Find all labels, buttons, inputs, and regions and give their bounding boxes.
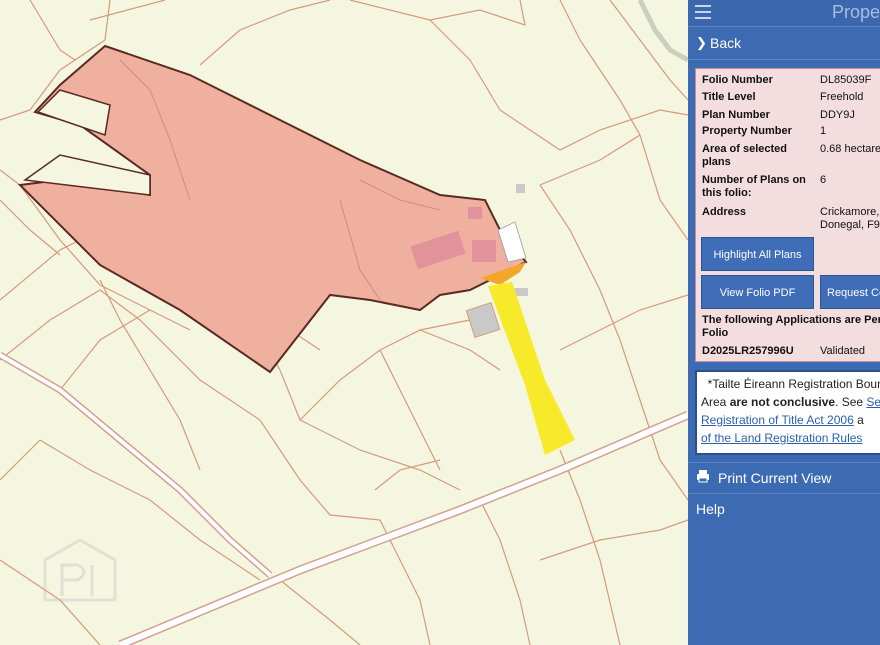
app-title: Prope — [832, 2, 880, 22]
side-panel: Prope ❯ Back Folio Number DL85039F Title… — [688, 0, 880, 645]
help-link[interactable]: Help — [696, 501, 725, 517]
application-status: Validated — [820, 345, 866, 357]
building — [472, 240, 496, 262]
print-current-view-button[interactable]: Print Current View — [688, 462, 880, 494]
note-line-1: *Tailte Éireann Registration Bound — [701, 375, 880, 393]
folio-info-box: Folio Number DL85039F Title Level Freeho… — [695, 68, 880, 362]
folio-value: DDY9J — [820, 109, 855, 121]
building — [516, 184, 525, 193]
note-line-2: Area are not conclusive. See Sect — [701, 393, 880, 411]
folio-label: Area of selected plans — [702, 143, 787, 168]
highlight-all-plans-button[interactable]: Highlight All Plans — [701, 237, 814, 271]
folio-value: 6 — [820, 174, 827, 186]
menu-icon[interactable] — [695, 5, 711, 19]
view-folio-pdf-button[interactable]: View Folio PDF — [701, 275, 814, 309]
folio-value: 0.68 hectare — [820, 143, 880, 155]
section-link[interactable]: Sect — [866, 395, 880, 409]
chevron-right-icon: ❯ — [696, 35, 707, 50]
panel-header: Prope — [688, 0, 880, 27]
folio-label: Plan Number — [702, 109, 770, 121]
note-text: *Tailte Éireann Registration Bound — [707, 377, 880, 391]
back-button[interactable]: ❯ Back — [688, 27, 880, 60]
folio-value: 1 — [820, 125, 827, 137]
folio-label: Number of Plans on this folio: — [702, 174, 806, 199]
registration-act-link[interactable]: Registration of Title Act 2006 — [701, 413, 854, 427]
applications-heading: The following Applications are Per Folio — [702, 314, 880, 339]
registration-note: *Tailte Éireann Registration Bound Area … — [695, 370, 880, 455]
note-text: Area — [701, 395, 730, 409]
note-line-3: Registration of Title Act 2006 a — [701, 411, 880, 429]
folio-label: Property Number — [702, 125, 792, 137]
folio-value: Crickamore, Donegal, F94 — [820, 206, 880, 231]
land-registration-rules-link[interactable]: of the Land Registration Rules — [701, 431, 862, 445]
map-view[interactable] — [0, 0, 688, 645]
back-label: Back — [710, 35, 742, 51]
folio-label: Address — [702, 206, 747, 218]
note-text: a — [853, 413, 864, 427]
note-bold-text: are not conclusive — [729, 395, 836, 409]
note-text: . See — [835, 395, 867, 409]
print-label: Print Current View — [718, 470, 832, 486]
folio-label: Folio Number — [702, 74, 773, 86]
folio-value: DL85039F — [820, 74, 872, 86]
printer-icon — [696, 469, 710, 486]
application-number: D2025LR257996U — [702, 345, 794, 357]
request-button[interactable]: Request Ce — [820, 275, 880, 309]
building — [468, 207, 482, 219]
note-line-4: of the Land Registration Rules — [701, 429, 880, 447]
folio-label: Title Level — [702, 91, 756, 103]
map-canvas[interactable] — [0, 0, 688, 645]
folio-value: Freehold — [820, 91, 864, 103]
